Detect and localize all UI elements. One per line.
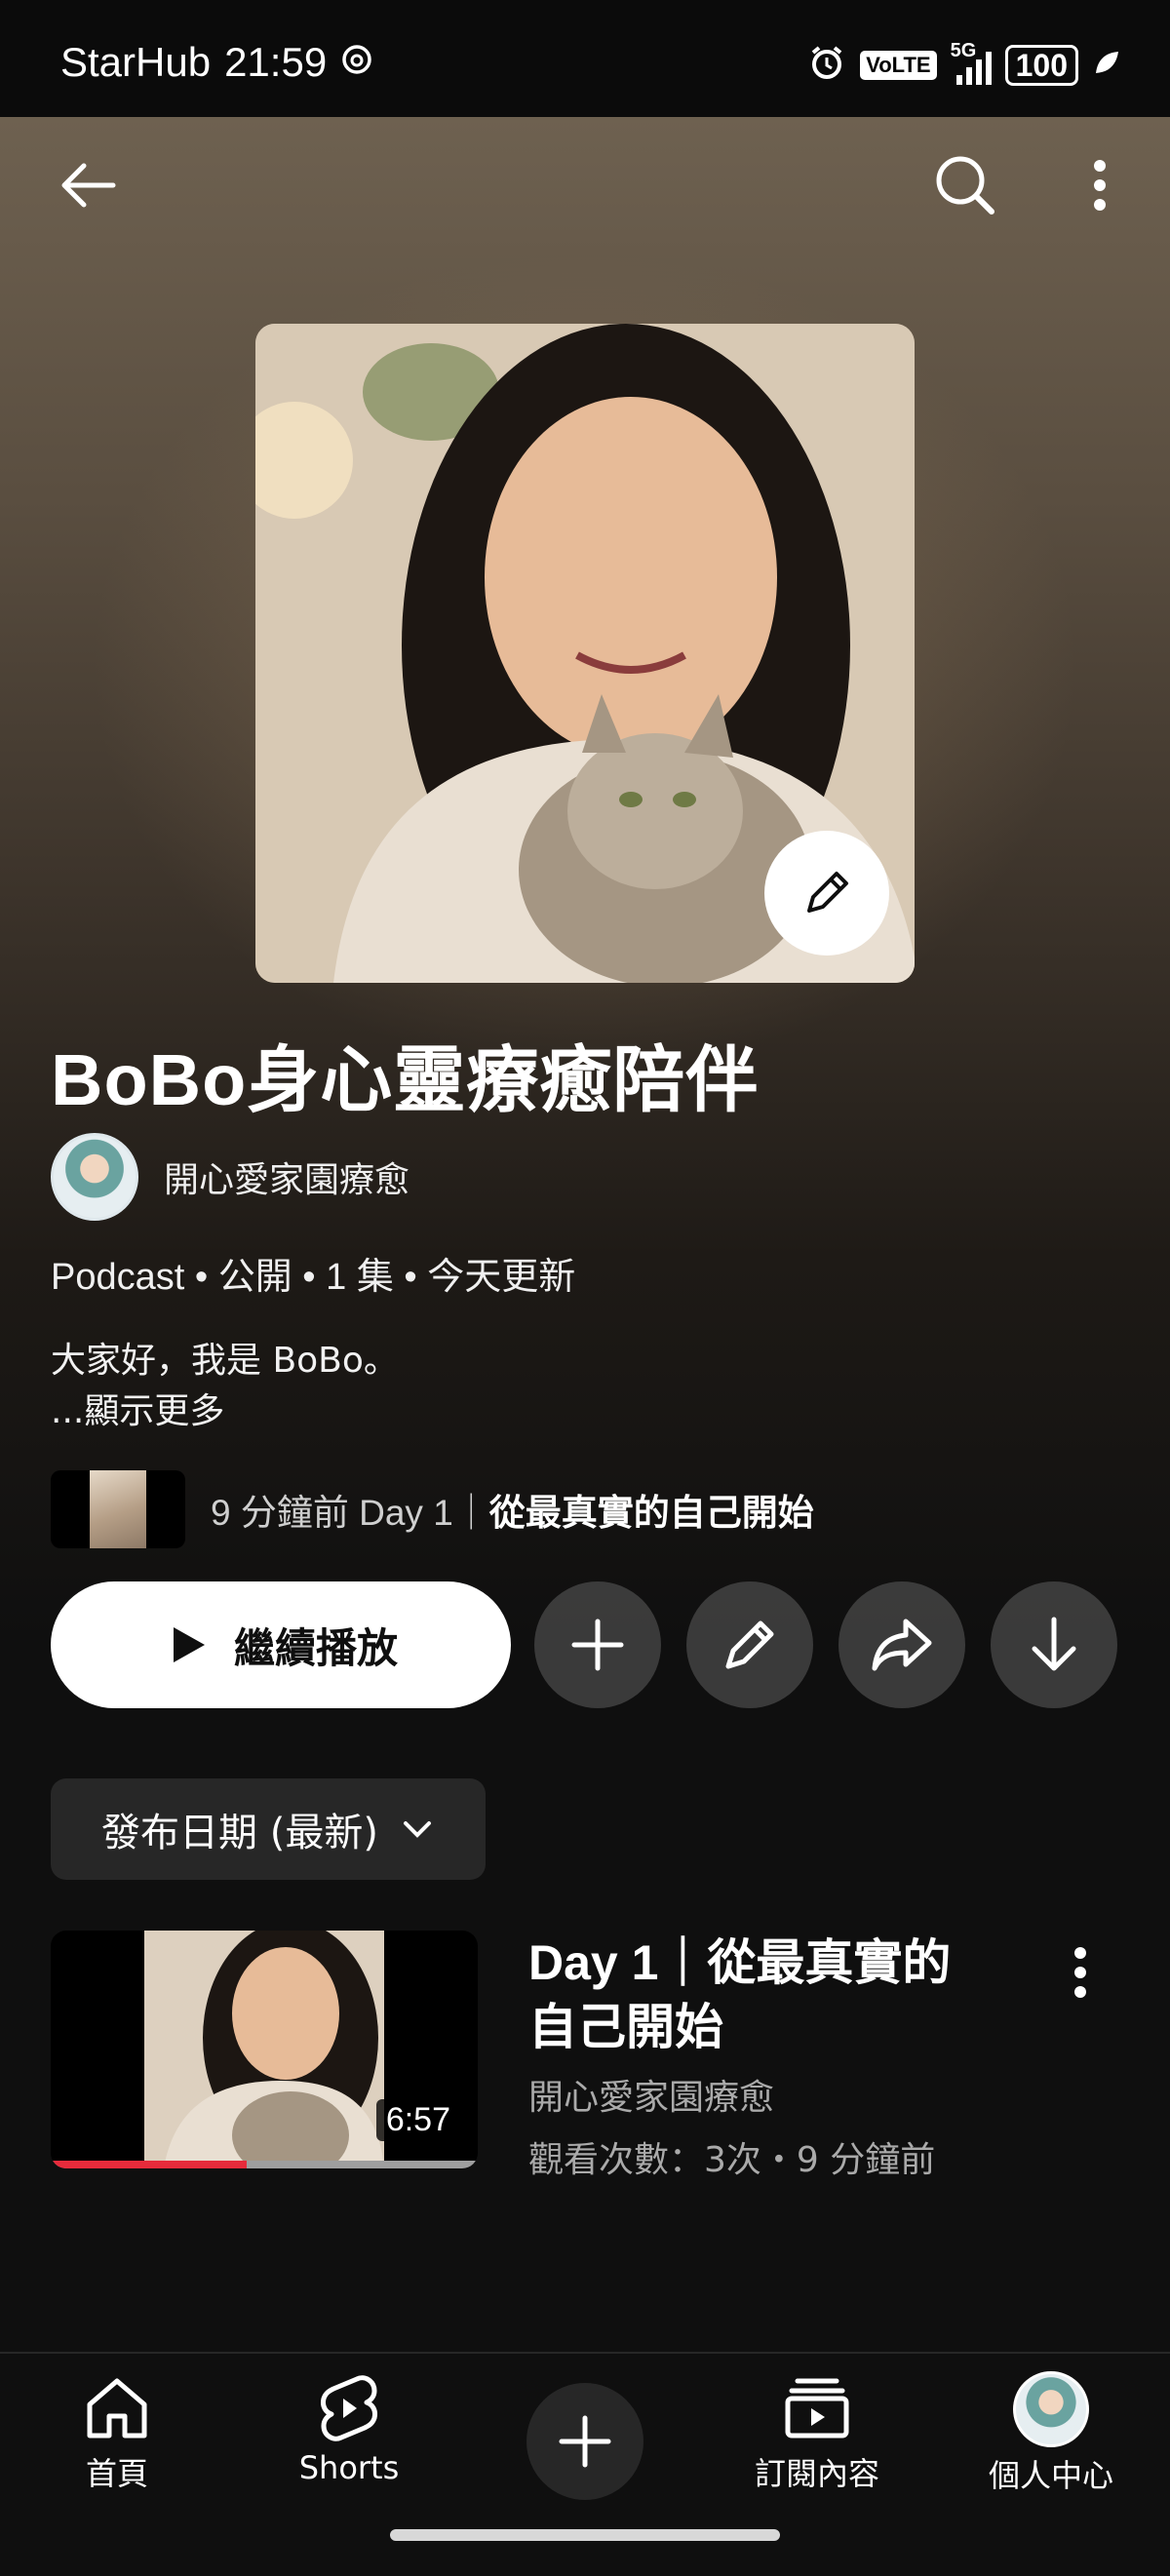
search-icon	[936, 156, 994, 215]
recent-episode-thumbnail	[51, 1470, 185, 1548]
status-right: VoLTE 5G 100	[807, 40, 1121, 87]
plus-icon	[559, 2415, 611, 2468]
recent-episode-row[interactable]: 9 分鐘前 Day 1｜從最真實的自己開始	[51, 1470, 814, 1548]
volte-badge: VoLTE	[860, 50, 937, 80]
recent-episode-prefix: 9 分鐘前 Day 1｜	[211, 1493, 489, 1533]
nav-home[interactable]: 首頁	[20, 2371, 214, 2494]
continue-play-label: 繼續播放	[233, 1623, 398, 1672]
threads-icon	[340, 39, 373, 86]
episode-duration: 6:57	[375, 2099, 460, 2141]
episode-title[interactable]: Day 1｜從最真實的自己開始	[528, 1931, 996, 2059]
profile-avatar	[1013, 2371, 1089, 2447]
nav-shorts-label: Shorts	[298, 2449, 400, 2486]
pencil-icon	[807, 872, 848, 913]
playlist-description[interactable]: 大家好，我是 BoBo。 ...顯示更多	[51, 1336, 399, 1437]
leaf-icon	[1092, 48, 1121, 82]
subscriptions-icon	[785, 2378, 849, 2439]
nav-home-label: 首頁	[85, 2455, 148, 2492]
watch-progress-track	[51, 2161, 478, 2168]
search-button[interactable]	[926, 146, 1004, 224]
recent-episode-text: 9 分鐘前 Day 1｜從最真實的自己開始	[211, 1483, 814, 1536]
channel-name[interactable]: 開心愛家園療愈	[164, 1151, 410, 1202]
carrier-label: StarHub	[60, 39, 212, 85]
sort-label: 發布日期 (最新)	[101, 1811, 378, 1855]
nav-you[interactable]: 個人中心	[954, 2371, 1149, 2496]
nav-you-label: 個人中心	[988, 2457, 1113, 2494]
download-button[interactable]	[991, 1581, 1117, 1708]
play-icon	[173, 1627, 205, 1662]
alarm-icon	[807, 43, 846, 87]
description-text: 大家好，我是 BoBo。	[51, 1341, 399, 1381]
edit-playlist-button[interactable]	[686, 1581, 813, 1708]
episode-channel: 開心愛家園療愈	[528, 2078, 775, 2118]
channel-avatar[interactable]	[51, 1133, 138, 1221]
playlist-meta: Podcast • 公開 • 1 集 • 今天更新	[51, 1257, 576, 1298]
show-more-link[interactable]: ...顯示更多	[51, 1386, 399, 1437]
continue-play-button[interactable]: 繼續播放	[51, 1581, 511, 1708]
status-bar: StarHub 21:59 VoLTE 5G 100	[0, 0, 1170, 117]
pencil-icon	[725, 1620, 774, 1669]
nav-subscriptions-label: 訂閱內容	[754, 2455, 879, 2492]
back-button[interactable]	[49, 146, 127, 224]
nav-shorts[interactable]: Shorts	[252, 2371, 447, 2486]
recent-episode-title: 從最真實的自己開始	[488, 1493, 814, 1533]
nav-subscriptions[interactable]: 訂閱內容	[720, 2371, 915, 2494]
more-options-button[interactable]	[1061, 146, 1139, 224]
home-indicator[interactable]	[390, 2529, 780, 2541]
back-arrow-icon	[61, 163, 116, 208]
battery-indicator: 100	[1004, 44, 1078, 86]
playlist-cover-image	[255, 324, 915, 983]
chevron-down-icon	[403, 1821, 431, 1838]
download-arrow-icon	[1032, 1617, 1076, 1671]
add-to-library-button[interactable]	[534, 1581, 661, 1708]
edit-cover-button[interactable]	[764, 831, 889, 956]
share-arrow-icon	[872, 1619, 932, 1671]
home-icon	[87, 2378, 147, 2439]
status-left: StarHub 21:59	[60, 39, 373, 86]
episode-thumbnail[interactable]: 6:57	[51, 1931, 478, 2168]
shorts-icon	[321, 2375, 377, 2441]
episode-stats: 觀看次數：3次・9 分鐘前	[528, 2140, 936, 2180]
share-button[interactable]	[838, 1581, 965, 1708]
watch-progress-fill	[51, 2161, 248, 2168]
playlist-title: BoBo身心靈療癒陪伴	[51, 1039, 760, 1120]
episode-more-button[interactable]	[1051, 1938, 1110, 2007]
sort-dropdown[interactable]: 發布日期 (最新)	[51, 1778, 486, 1880]
clock: 21:59	[224, 39, 328, 85]
signal-icon: 5G	[951, 40, 992, 85]
plus-icon	[571, 1619, 624, 1671]
channel-row[interactable]: 開心愛家園療愈	[51, 1133, 410, 1221]
more-vert-icon	[1094, 160, 1106, 211]
create-button[interactable]	[526, 2383, 644, 2500]
network-label: 5G	[950, 39, 977, 61]
more-vert-icon	[1074, 1947, 1086, 1998]
